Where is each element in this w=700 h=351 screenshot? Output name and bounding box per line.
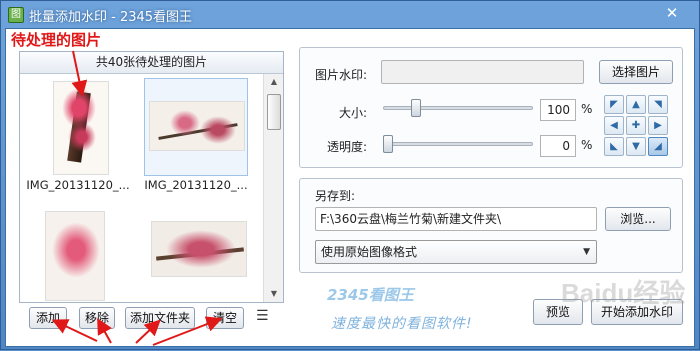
size-value-field[interactable]: 100 bbox=[540, 99, 576, 121]
watermark-image-field[interactable] bbox=[381, 60, 584, 84]
opacity-slider-track[interactable] bbox=[383, 142, 533, 146]
close-button[interactable]: ✕ bbox=[663, 5, 681, 22]
opacity-value-field[interactable]: 0 bbox=[540, 135, 576, 157]
plum-blossom-image bbox=[151, 221, 247, 277]
app-logo: 2345看图王 bbox=[327, 286, 414, 304]
opacity-label: 透明度: bbox=[327, 140, 368, 154]
thumbnail-frame bbox=[144, 78, 248, 176]
annotation-label: 待处理的图片 bbox=[11, 31, 102, 49]
chevron-down-icon: ▼ bbox=[583, 247, 590, 257]
title-bar: 图 批量添加水印 - 2345看图王 ✕ bbox=[1, 1, 699, 28]
position-cell-icon[interactable]: ◥ bbox=[648, 95, 668, 114]
image-format-select[interactable]: 使用原始图像格式 ▼ bbox=[315, 240, 597, 264]
thumbnail-caption: IMG_20131120_... bbox=[26, 178, 130, 192]
position-cell-icon[interactable]: ◤ bbox=[604, 95, 624, 114]
thumbnail-item[interactable]: IMG_20131120_... bbox=[22, 74, 134, 196]
thumbnail-frame bbox=[26, 202, 130, 301]
app-icon: 图 bbox=[8, 7, 24, 23]
scroll-down-icon[interactable]: ▼ bbox=[264, 286, 284, 302]
image-format-value: 使用原始图像格式 bbox=[321, 245, 418, 259]
thumbnail-item[interactable] bbox=[22, 198, 134, 302]
batch-watermark-window: 图 批量添加水印 - 2345看图王 ✕ 共40张待处理的图片 IMG_2013… bbox=[0, 0, 700, 350]
thumbnail-item[interactable]: IMG_20131120_... bbox=[140, 74, 252, 196]
add-folder-button[interactable]: 添加文件夹 bbox=[125, 307, 195, 329]
scroll-up-icon[interactable]: ▲ bbox=[264, 74, 284, 90]
size-label: 大小: bbox=[339, 106, 368, 120]
browse-button[interactable]: 浏览... bbox=[605, 207, 671, 231]
clear-button[interactable]: 清空 bbox=[206, 307, 244, 329]
position-cell-icon[interactable]: ▲ bbox=[626, 95, 646, 114]
image-count-header: 共40张待处理的图片 bbox=[20, 52, 283, 74]
position-grid: ◤ ▲ ◥ ◀ ✚ ▶ ◣ ▼ ◢ bbox=[604, 95, 670, 159]
position-cell-icon[interactable]: ◀ bbox=[604, 116, 624, 135]
thumbnail-item[interactable] bbox=[140, 198, 252, 302]
app-slogan: 速度最快的看图软件! bbox=[331, 316, 473, 332]
image-watermark-label: 图片水印: bbox=[315, 68, 368, 82]
scrollbar-thumb[interactable] bbox=[267, 94, 281, 130]
size-slider-track[interactable] bbox=[383, 106, 533, 110]
thumbnail-frame bbox=[26, 78, 130, 176]
size-slider-thumb[interactable] bbox=[411, 99, 421, 117]
size-unit: % bbox=[581, 102, 593, 116]
opacity-unit: % bbox=[581, 138, 593, 152]
position-cell-icon[interactable]: ▼ bbox=[626, 137, 646, 156]
opacity-slider-thumb[interactable] bbox=[383, 135, 393, 153]
add-button[interactable]: 添加 bbox=[29, 307, 67, 329]
save-to-label: 另存到: bbox=[315, 189, 356, 203]
list-view-icon[interactable]: ☰ bbox=[256, 309, 272, 323]
plum-blossom-image bbox=[149, 101, 245, 151]
position-cell-icon[interactable]: ◣ bbox=[604, 137, 624, 156]
site-watermark: Baidu经验 bbox=[561, 278, 686, 308]
remove-button[interactable]: 移除 bbox=[79, 307, 115, 329]
thumbnail-grid: IMG_20131120_... IMG_20131120_... bbox=[20, 74, 262, 302]
position-cell-icon[interactable]: ◢ bbox=[648, 137, 668, 156]
thumbnail-scrollbar[interactable]: ▲ ▼ bbox=[263, 74, 283, 302]
window-title: 批量添加水印 - 2345看图王 bbox=[29, 10, 193, 25]
plum-blossom-image bbox=[45, 211, 105, 301]
image-list-panel: 共40张待处理的图片 IMG_20131120_... IMG_20131120… bbox=[19, 51, 284, 303]
plum-blossom-image bbox=[53, 81, 109, 175]
thumbnail-caption: IMG_20131120_... bbox=[144, 178, 248, 192]
thumbnail-frame bbox=[144, 202, 248, 300]
position-cell-icon[interactable]: ▶ bbox=[648, 116, 668, 135]
choose-image-button[interactable]: 选择图片 bbox=[599, 60, 673, 84]
save-path-field[interactable]: F:\360云盘\梅兰竹菊\新建文件夹\ bbox=[315, 207, 597, 231]
position-cell-icon[interactable]: ✚ bbox=[626, 116, 646, 135]
